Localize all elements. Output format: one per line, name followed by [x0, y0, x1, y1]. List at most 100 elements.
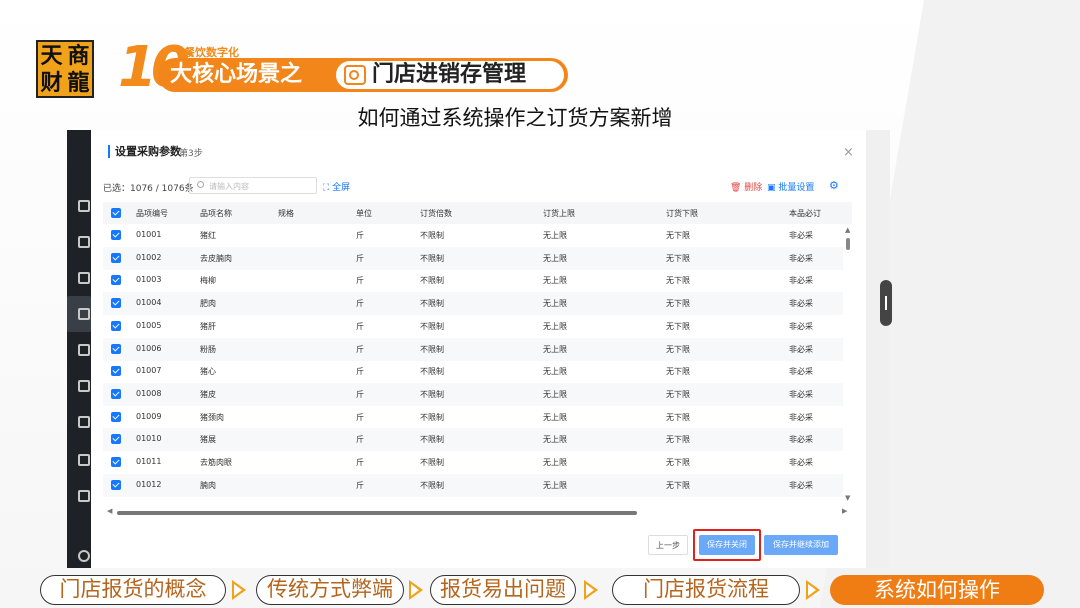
table-cell: 不限制	[420, 413, 444, 422]
row-checkbox[interactable]	[111, 298, 121, 308]
column-header[interactable]: 品项编号	[136, 208, 168, 219]
table-cell: 无上限	[543, 390, 567, 399]
sidebar-gear-icon[interactable]	[78, 454, 90, 466]
table-cell: 非必采	[789, 231, 813, 240]
logo-char: 天	[40, 42, 63, 69]
table-cell: 非必采	[789, 435, 813, 444]
row-checkbox[interactable]	[111, 434, 121, 444]
row-checkbox[interactable]	[111, 480, 121, 490]
delete-button[interactable]: 🗑 删除	[730, 180, 762, 193]
table-cell: 斤	[356, 254, 364, 263]
fullscreen-button[interactable]: ⛶ 全屏	[323, 180, 350, 193]
table-cell: 01009	[136, 412, 162, 421]
sidebar-doc-icon[interactable]	[78, 490, 90, 502]
table-cell: 斤	[356, 231, 364, 240]
table-cell: 01010	[136, 434, 162, 443]
table-cell: 无下限	[666, 254, 690, 263]
table-cell: 去筋肉眼	[200, 458, 232, 467]
table-cell: 斤	[356, 322, 364, 331]
table-cell: 斤	[356, 299, 364, 308]
table-cell: 不限制	[420, 276, 444, 285]
column-header[interactable]: 订货下限	[666, 208, 698, 219]
table-cell: 梅柳	[200, 276, 216, 285]
sidebar-box-icon[interactable]	[78, 416, 90, 428]
nav-step-concept[interactable]: 门店报货的概念	[40, 575, 226, 605]
logo-char: 财	[40, 69, 63, 96]
column-header[interactable]: 订货上限	[543, 208, 575, 219]
scroll-up-icon[interactable]: ▲	[845, 226, 850, 234]
row-checkbox[interactable]	[111, 253, 121, 263]
company-logo: 天 商 财 龍	[36, 40, 94, 98]
close-icon[interactable]: ×	[843, 145, 854, 160]
table-cell: 斤	[356, 367, 364, 376]
row-checkbox[interactable]	[111, 389, 121, 399]
nav-arrow-icon	[584, 580, 598, 600]
row-checkbox[interactable]	[111, 275, 121, 285]
logo-char: 龍	[67, 69, 90, 96]
table-cell: 无下限	[666, 345, 690, 354]
row-checkbox[interactable]	[111, 412, 121, 422]
table-cell: 非必采	[789, 299, 813, 308]
table-cell: 猪红	[200, 231, 216, 240]
column-header[interactable]: 品项名称	[200, 208, 232, 219]
prev-step-button[interactable]: 上一步	[648, 535, 688, 555]
table-cell: 猪展	[200, 435, 216, 444]
column-header[interactable]: 单位	[356, 208, 372, 219]
logo-char: 商	[67, 42, 90, 69]
highlight-box	[693, 529, 761, 561]
sidebar-monitor-icon[interactable]	[78, 236, 90, 248]
sidebar-menu-icon[interactable]	[78, 200, 90, 212]
select-all-checkbox[interactable]	[111, 208, 121, 218]
row-checkbox[interactable]	[111, 321, 121, 331]
table-cell: 不限制	[420, 345, 444, 354]
sidebar-settings-icon[interactable]	[78, 308, 90, 320]
nav-step-drawbacks[interactable]: 传统方式弊端	[256, 575, 404, 605]
nav-step-process[interactable]: 门店报货流程	[612, 575, 800, 605]
table-cell: 无下限	[666, 299, 690, 308]
table-cell: 去皮腩肉	[200, 254, 232, 263]
table-cell: 不限制	[420, 254, 444, 263]
table-cell: 01012	[136, 480, 162, 489]
save-and-continue-button[interactable]: 保存并继续添加	[764, 535, 838, 555]
row-checkbox[interactable]	[111, 344, 121, 354]
vertical-scrollbar[interactable]	[846, 238, 850, 250]
table-cell: 不限制	[420, 435, 444, 444]
scroll-down-icon[interactable]: ▼	[845, 494, 850, 502]
table-cell: 01003	[136, 275, 162, 284]
nav-step-problems[interactable]: 报货易出问题	[430, 575, 576, 605]
column-header[interactable]: 本品必订	[789, 208, 821, 219]
batch-settings-button[interactable]: ▣ 批量设置	[767, 180, 814, 193]
table-cell: 斤	[356, 481, 364, 490]
sidebar-home-icon[interactable]	[78, 272, 90, 284]
table-cell: 非必采	[789, 345, 813, 354]
nav-step-operation[interactable]: 系统如何操作	[830, 575, 1044, 605]
table-cell: 无上限	[543, 458, 567, 467]
table-cell: 01001	[136, 230, 162, 239]
horizontal-scrollbar[interactable]	[117, 511, 637, 515]
table-cell: 猪肝	[200, 322, 216, 331]
table-cell: 无上限	[543, 435, 567, 444]
table-cell: 猪皮	[200, 390, 216, 399]
page-title: 如何通过系统操作之订货方案新增	[357, 106, 673, 130]
column-settings-icon[interactable]: ⚙	[829, 179, 839, 192]
collapse-handle[interactable]	[880, 280, 892, 326]
column-header[interactable]: 规格	[278, 208, 294, 219]
row-checkbox[interactable]	[111, 230, 121, 240]
nav-arrow-icon	[409, 580, 423, 600]
column-header[interactable]: 订货倍数	[420, 208, 452, 219]
scroll-right-icon[interactable]: ▶	[842, 507, 847, 515]
table-cell: 肥肉	[200, 299, 216, 308]
scroll-left-icon[interactable]: ◀	[107, 507, 112, 515]
sidebar-list-icon[interactable]	[78, 380, 90, 392]
table-cell: 斤	[356, 345, 364, 354]
right-panel	[866, 130, 890, 568]
power-icon[interactable]	[78, 550, 90, 562]
table-cell: 非必采	[789, 458, 813, 467]
sidebar-chart-icon[interactable]	[78, 344, 90, 356]
table-cell: 无下限	[666, 322, 690, 331]
row-checkbox[interactable]	[111, 366, 121, 376]
row-checkbox[interactable]	[111, 457, 121, 467]
table-cell: 01011	[136, 457, 162, 466]
table-cell: 不限制	[420, 390, 444, 399]
table-cell: 01002	[136, 253, 162, 262]
